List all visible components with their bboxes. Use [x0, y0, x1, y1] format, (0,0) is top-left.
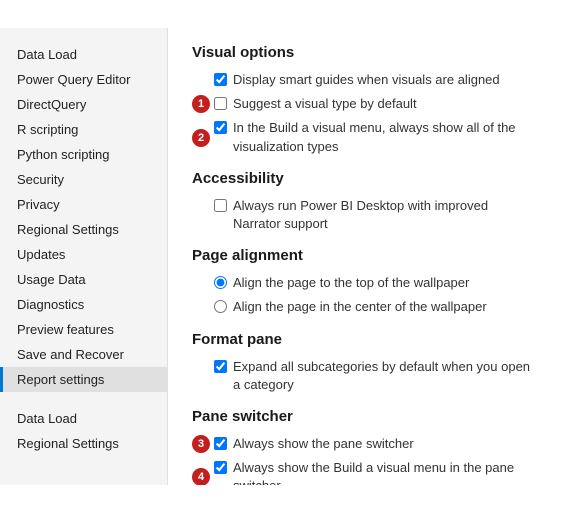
- section-title-format-pane: Format pane: [192, 331, 537, 348]
- sidebar-item-regional-settings[interactable]: Regional Settings: [0, 217, 167, 242]
- sidebar-item-usage-data[interactable]: Usage Data: [0, 267, 167, 292]
- option-text-build-visual-menu: In the Build a visual menu, always show …: [233, 119, 537, 155]
- sidebar-item-cf-regional-settings[interactable]: Regional Settings: [0, 431, 167, 456]
- option-text-smart-guides: Display smart guides when visuals are al…: [233, 71, 500, 89]
- option-text-suggest-visual: Suggest a visual type by default: [233, 95, 417, 113]
- sidebar: Data LoadPower Query EditorDirectQueryR …: [0, 28, 168, 485]
- option-row-build-visual-menu: 2 In the Build a visual menu, always show…: [192, 119, 537, 155]
- option-text-expand-subcategories: Expand all subcategories by default when…: [233, 358, 537, 394]
- current-file-section-label: [0, 392, 167, 406]
- option-row-smart-guides: Display smart guides when visuals are al…: [192, 71, 537, 89]
- option-input-always-show-pane-switcher[interactable]: [214, 437, 227, 450]
- sidebar-item-preview-features[interactable]: Preview features: [0, 317, 167, 342]
- sidebar-item-data-load[interactable]: Data Load: [0, 42, 167, 67]
- section-title-visual-options: Visual options: [192, 44, 537, 61]
- option-row-always-show-build-menu: 4 Always show the Build a visual menu in …: [192, 459, 537, 485]
- option-row-always-show-pane-switcher: 3 Always show the pane switcher: [192, 435, 537, 453]
- sidebar-item-diagnostics[interactable]: Diagnostics: [0, 292, 167, 317]
- option-label-narrator-support[interactable]: Always run Power BI Desktop with improve…: [214, 197, 537, 233]
- option-row-expand-subcategories: Expand all subcategories by default when…: [192, 358, 537, 394]
- badge-4: 4: [192, 468, 210, 485]
- sidebar-item-privacy[interactable]: Privacy: [0, 192, 167, 217]
- sidebar-item-directquery[interactable]: DirectQuery: [0, 92, 167, 117]
- option-text-always-show-pane-switcher: Always show the pane switcher: [233, 435, 414, 453]
- option-input-expand-subcategories[interactable]: [214, 360, 227, 373]
- sidebar-item-save-and-recover[interactable]: Save and Recover: [0, 342, 167, 367]
- page-title: [0, 0, 561, 28]
- option-row-narrator-support: Always run Power BI Desktop with improve…: [192, 197, 537, 233]
- option-text-align-top: Align the page to the top of the wallpap…: [233, 274, 469, 292]
- option-label-align-top[interactable]: Align the page to the top of the wallpap…: [214, 274, 469, 292]
- option-input-align-center[interactable]: [214, 300, 227, 313]
- option-row-align-center: Align the page in the center of the wall…: [192, 298, 537, 316]
- section-title-pane-switcher: Pane switcher: [192, 408, 537, 425]
- option-label-smart-guides[interactable]: Display smart guides when visuals are al…: [214, 71, 500, 89]
- sidebar-item-report-settings[interactable]: Report settings: [0, 367, 167, 392]
- main-content: Visual options Display smart guides when …: [168, 28, 561, 485]
- badge-2: 2: [192, 129, 210, 147]
- sidebar-item-security[interactable]: Security: [0, 167, 167, 192]
- option-label-expand-subcategories[interactable]: Expand all subcategories by default when…: [214, 358, 537, 394]
- global-section-label: [0, 28, 167, 42]
- option-input-always-show-build-menu[interactable]: [214, 461, 227, 474]
- option-text-narrator-support: Always run Power BI Desktop with improve…: [233, 197, 537, 233]
- option-label-align-center[interactable]: Align the page in the center of the wall…: [214, 298, 487, 316]
- option-input-smart-guides[interactable]: [214, 73, 227, 86]
- option-label-always-show-build-menu[interactable]: Always show the Build a visual menu in t…: [214, 459, 537, 485]
- option-text-align-center: Align the page in the center of the wall…: [233, 298, 487, 316]
- sidebar-item-updates[interactable]: Updates: [0, 242, 167, 267]
- option-input-suggest-visual[interactable]: [214, 97, 227, 110]
- option-input-narrator-support[interactable]: [214, 199, 227, 212]
- option-input-build-visual-menu[interactable]: [214, 121, 227, 134]
- sidebar-item-cf-data-load[interactable]: Data Load: [0, 406, 167, 431]
- section-title-page-alignment: Page alignment: [192, 247, 537, 264]
- sidebar-item-r-scripting[interactable]: R scripting: [0, 117, 167, 142]
- badge-3: 3: [192, 435, 210, 453]
- option-label-suggest-visual[interactable]: Suggest a visual type by default: [214, 95, 417, 113]
- badge-1: 1: [192, 95, 210, 113]
- option-text-always-show-build-menu: Always show the Build a visual menu in t…: [233, 459, 537, 485]
- sidebar-item-python-scripting[interactable]: Python scripting: [0, 142, 167, 167]
- option-input-align-top[interactable]: [214, 276, 227, 289]
- option-label-always-show-pane-switcher[interactable]: Always show the pane switcher: [214, 435, 414, 453]
- option-row-align-top: Align the page to the top of the wallpap…: [192, 274, 537, 292]
- option-label-build-visual-menu[interactable]: In the Build a visual menu, always show …: [214, 119, 537, 155]
- section-title-accessibility: Accessibility: [192, 170, 537, 187]
- sidebar-item-power-query-editor[interactable]: Power Query Editor: [0, 67, 167, 92]
- option-row-suggest-visual: 1 Suggest a visual type by default: [192, 95, 537, 113]
